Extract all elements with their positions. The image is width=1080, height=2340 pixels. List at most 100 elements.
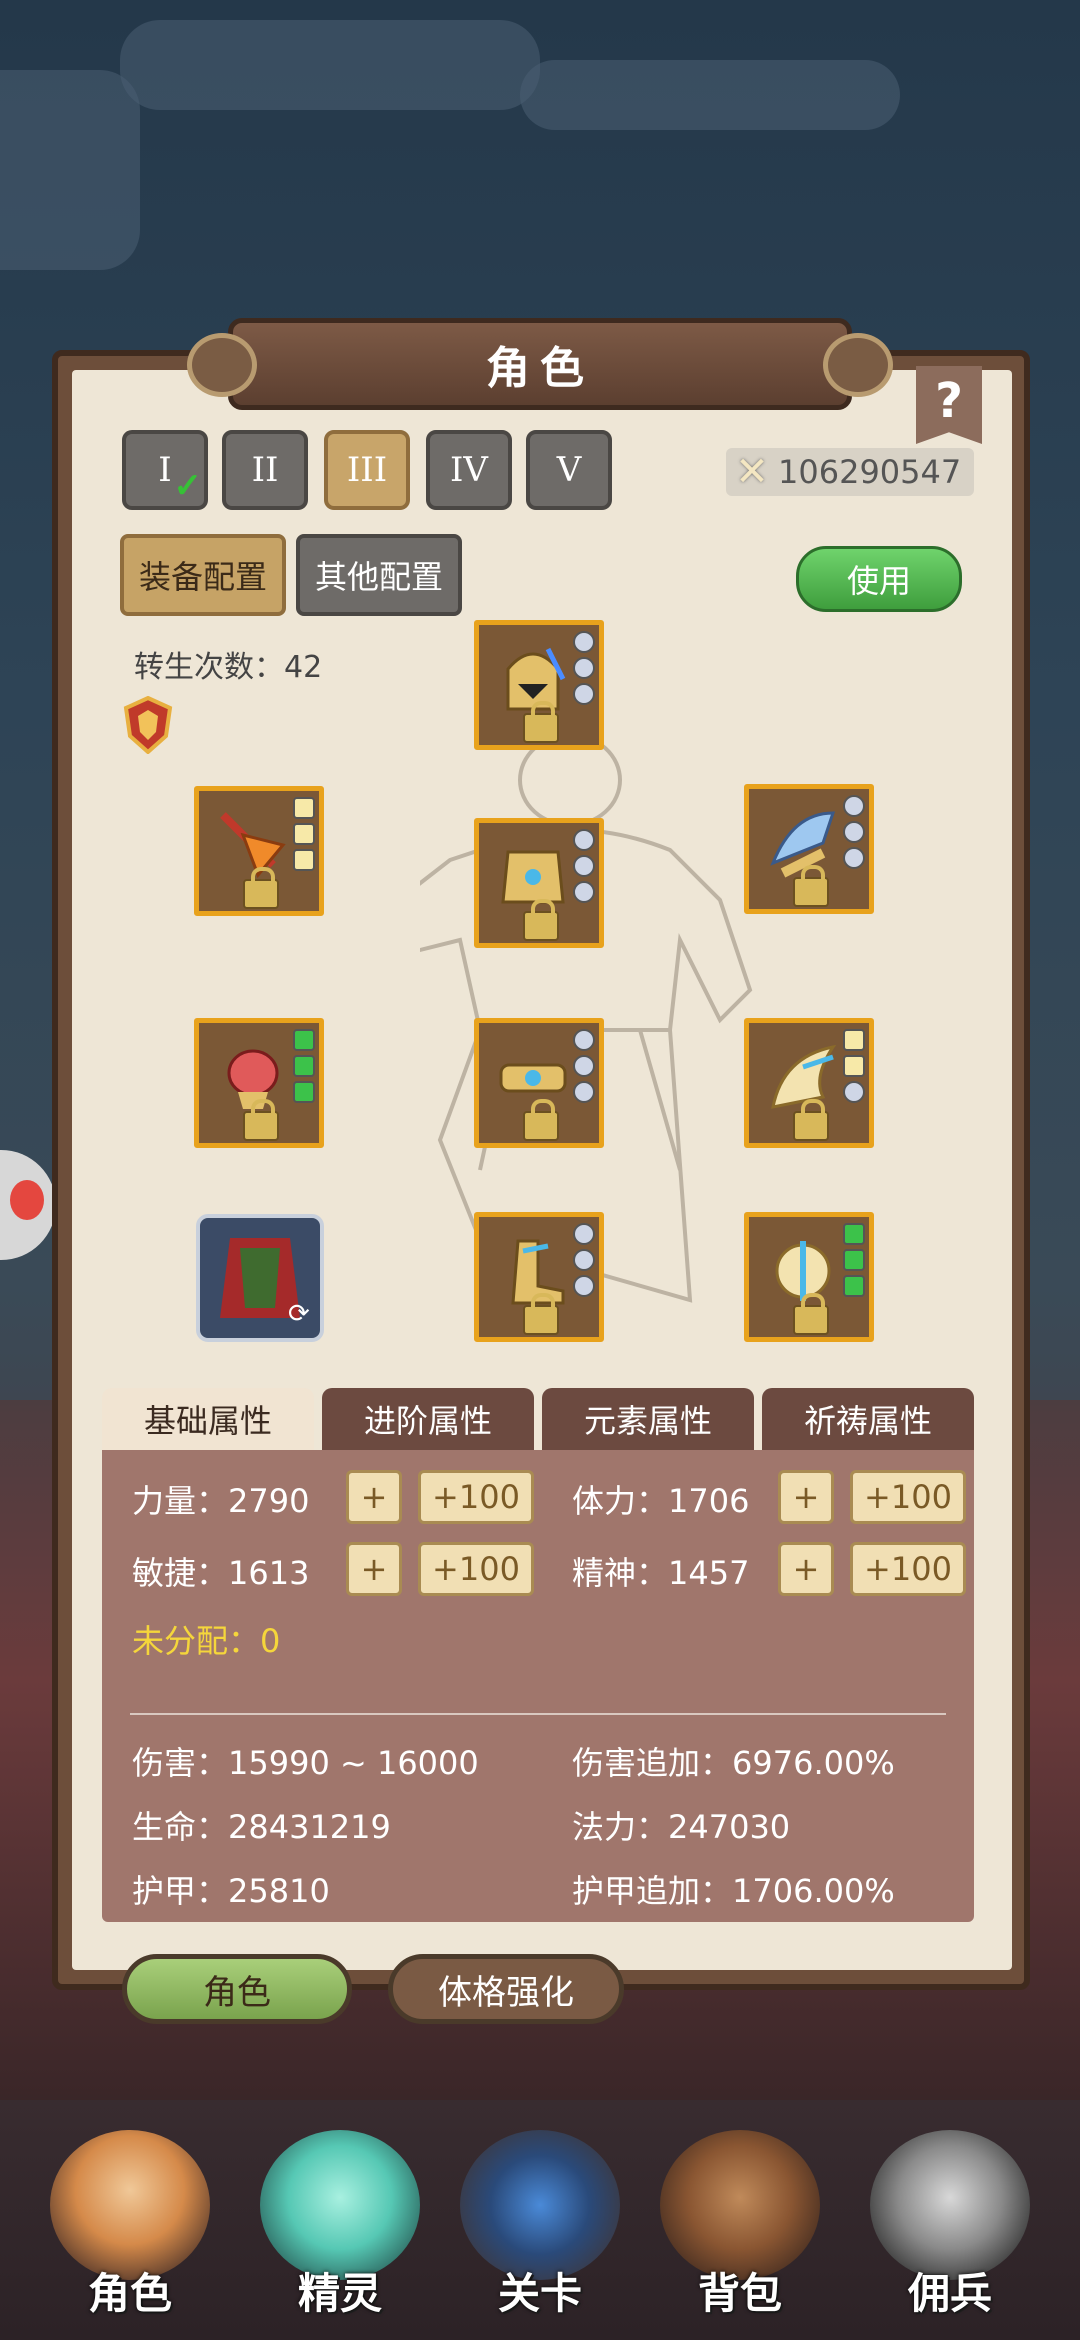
nav-spirit[interactable]: 精灵 (240, 2120, 440, 2320)
tier-tab-5[interactable]: V (526, 430, 612, 510)
socket-gem (293, 823, 315, 845)
backpack-icon (660, 2130, 820, 2280)
socket-gem (573, 1029, 595, 1051)
spirit-value: 精神：1457 (572, 1554, 750, 1592)
nav-label: 关卡 (497, 2269, 582, 2318)
agility-value: 敏捷：1613 (132, 1554, 310, 1592)
other-config-tab[interactable]: 其他配置 (296, 534, 462, 616)
agility-plus100-button[interactable]: +100 (418, 1542, 534, 1596)
socket-gem (843, 847, 865, 869)
socket-gem (843, 1223, 865, 1245)
socket-gem (843, 1029, 865, 1051)
cape-slot[interactable]: ⟳ (196, 1214, 324, 1342)
help-button[interactable]: ? (916, 366, 982, 444)
socket-gem (843, 1055, 865, 1077)
equip-config-tab[interactable]: 装备配置 (120, 534, 286, 616)
cloud (520, 60, 900, 130)
lock-icon (793, 865, 829, 907)
nav-label: 佣兵 (907, 2269, 992, 2318)
cloud (120, 20, 540, 110)
slot-boots[interactable] (474, 1212, 604, 1342)
title-ornament-right-icon (823, 333, 893, 397)
tab-prayer-attributes[interactable]: 祈祷属性 (762, 1388, 974, 1450)
socket-gem (843, 1249, 865, 1271)
slot-helmet[interactable] (474, 620, 604, 750)
tier-tab-3[interactable]: III (324, 430, 410, 510)
socket-gem (293, 1055, 315, 1077)
skull-gate-icon (460, 2130, 620, 2280)
cloud (0, 70, 140, 270)
tier-tab-1[interactable]: I ✓ (122, 430, 208, 510)
nav-stage[interactable]: 关卡 (440, 2120, 640, 2320)
tier-label: V (556, 450, 582, 490)
stamina-plus-button[interactable]: + (778, 1470, 834, 1524)
socket-gem (843, 1275, 865, 1297)
slot-wings[interactable] (744, 1018, 874, 1148)
tier-tab-2[interactable]: II (222, 430, 308, 510)
checkmark-icon: ✓ (173, 466, 203, 506)
nav-label: 精灵 (297, 2269, 382, 2318)
socket-gem (573, 631, 595, 653)
lock-icon (523, 701, 559, 743)
agility-plus-button[interactable]: + (346, 1542, 402, 1596)
lock-icon (793, 1293, 829, 1335)
tier-label: I (158, 450, 172, 490)
slot-amulet[interactable] (744, 1212, 874, 1342)
lock-icon (523, 899, 559, 941)
knight-helmet-icon (870, 2130, 1030, 2280)
rank-emblem-icon[interactable] (122, 696, 174, 754)
socket-gem (573, 657, 595, 679)
strength-plus100-button[interactable]: +100 (418, 1470, 534, 1524)
svg-text:⟳: ⟳ (288, 1299, 310, 1329)
slot-belt[interactable] (474, 1018, 604, 1148)
strength-plus-button[interactable]: + (346, 1470, 402, 1524)
nav-character[interactable]: 角色 (30, 2120, 230, 2320)
page-title: 角色 (486, 343, 594, 394)
socket-gem (293, 797, 315, 819)
tier-label: IV (450, 450, 488, 490)
tab-basic-attributes[interactable]: 基础属性 (102, 1388, 314, 1450)
spirit-plus100-button[interactable]: +100 (850, 1542, 966, 1596)
life-value: 生命：28431219 (132, 1808, 391, 1846)
socket-gem (293, 849, 315, 871)
socket-gem (843, 795, 865, 817)
damage-value: 伤害：15990 ~ 16000 (132, 1744, 479, 1782)
socket-gem (573, 855, 595, 877)
socket-gem (573, 829, 595, 851)
nav-label: 角色 (87, 2269, 172, 2318)
slot-chest[interactable] (474, 818, 604, 948)
strength-value: 力量：2790 (132, 1482, 310, 1520)
slot-gloves[interactable] (194, 1018, 324, 1148)
use-button[interactable]: 使用 (796, 546, 962, 612)
cape-icon: ⟳ (220, 1238, 310, 1329)
stamina-value: 体力：1706 (572, 1482, 750, 1520)
tier-label: III (346, 450, 388, 490)
mana-value: 法力：247030 (572, 1808, 791, 1846)
divider (130, 1713, 946, 1715)
tier-label: II (251, 450, 279, 490)
nav-backpack[interactable]: 背包 (640, 2120, 840, 2320)
nav-mercenary[interactable]: 佣兵 (850, 2120, 1050, 2320)
physique-tab-button[interactable]: 体格强化 (388, 1954, 624, 2024)
spirit-plus-button[interactable]: + (778, 1542, 834, 1596)
socket-gem (843, 1081, 865, 1103)
side-mascot-icon[interactable] (0, 1150, 56, 1260)
stamina-plus100-button[interactable]: +100 (850, 1470, 966, 1524)
crossed-swords-icon: ✕ (735, 449, 769, 495)
combat-power-value: 106290547 (778, 453, 962, 491)
slot-shoulder[interactable] (744, 784, 874, 914)
lock-icon (793, 1099, 829, 1141)
hero-portrait-icon (50, 2130, 210, 2280)
tier-tab-4[interactable]: IV (426, 430, 512, 510)
spirit-slime-icon (260, 2130, 420, 2280)
slot-weapon[interactable] (194, 786, 324, 916)
tab-advanced-attributes[interactable]: 进阶属性 (322, 1388, 534, 1450)
socket-gem (573, 1249, 595, 1271)
armor-value: 护甲：25810 (132, 1872, 330, 1910)
combat-power: ✕ 106290547 (726, 448, 974, 496)
socket-gem (843, 821, 865, 843)
tab-element-attributes[interactable]: 元素属性 (542, 1388, 754, 1450)
role-tab-button[interactable]: 角色 (122, 1954, 352, 2024)
socket-gem (573, 1055, 595, 1077)
lock-icon (243, 1099, 279, 1141)
